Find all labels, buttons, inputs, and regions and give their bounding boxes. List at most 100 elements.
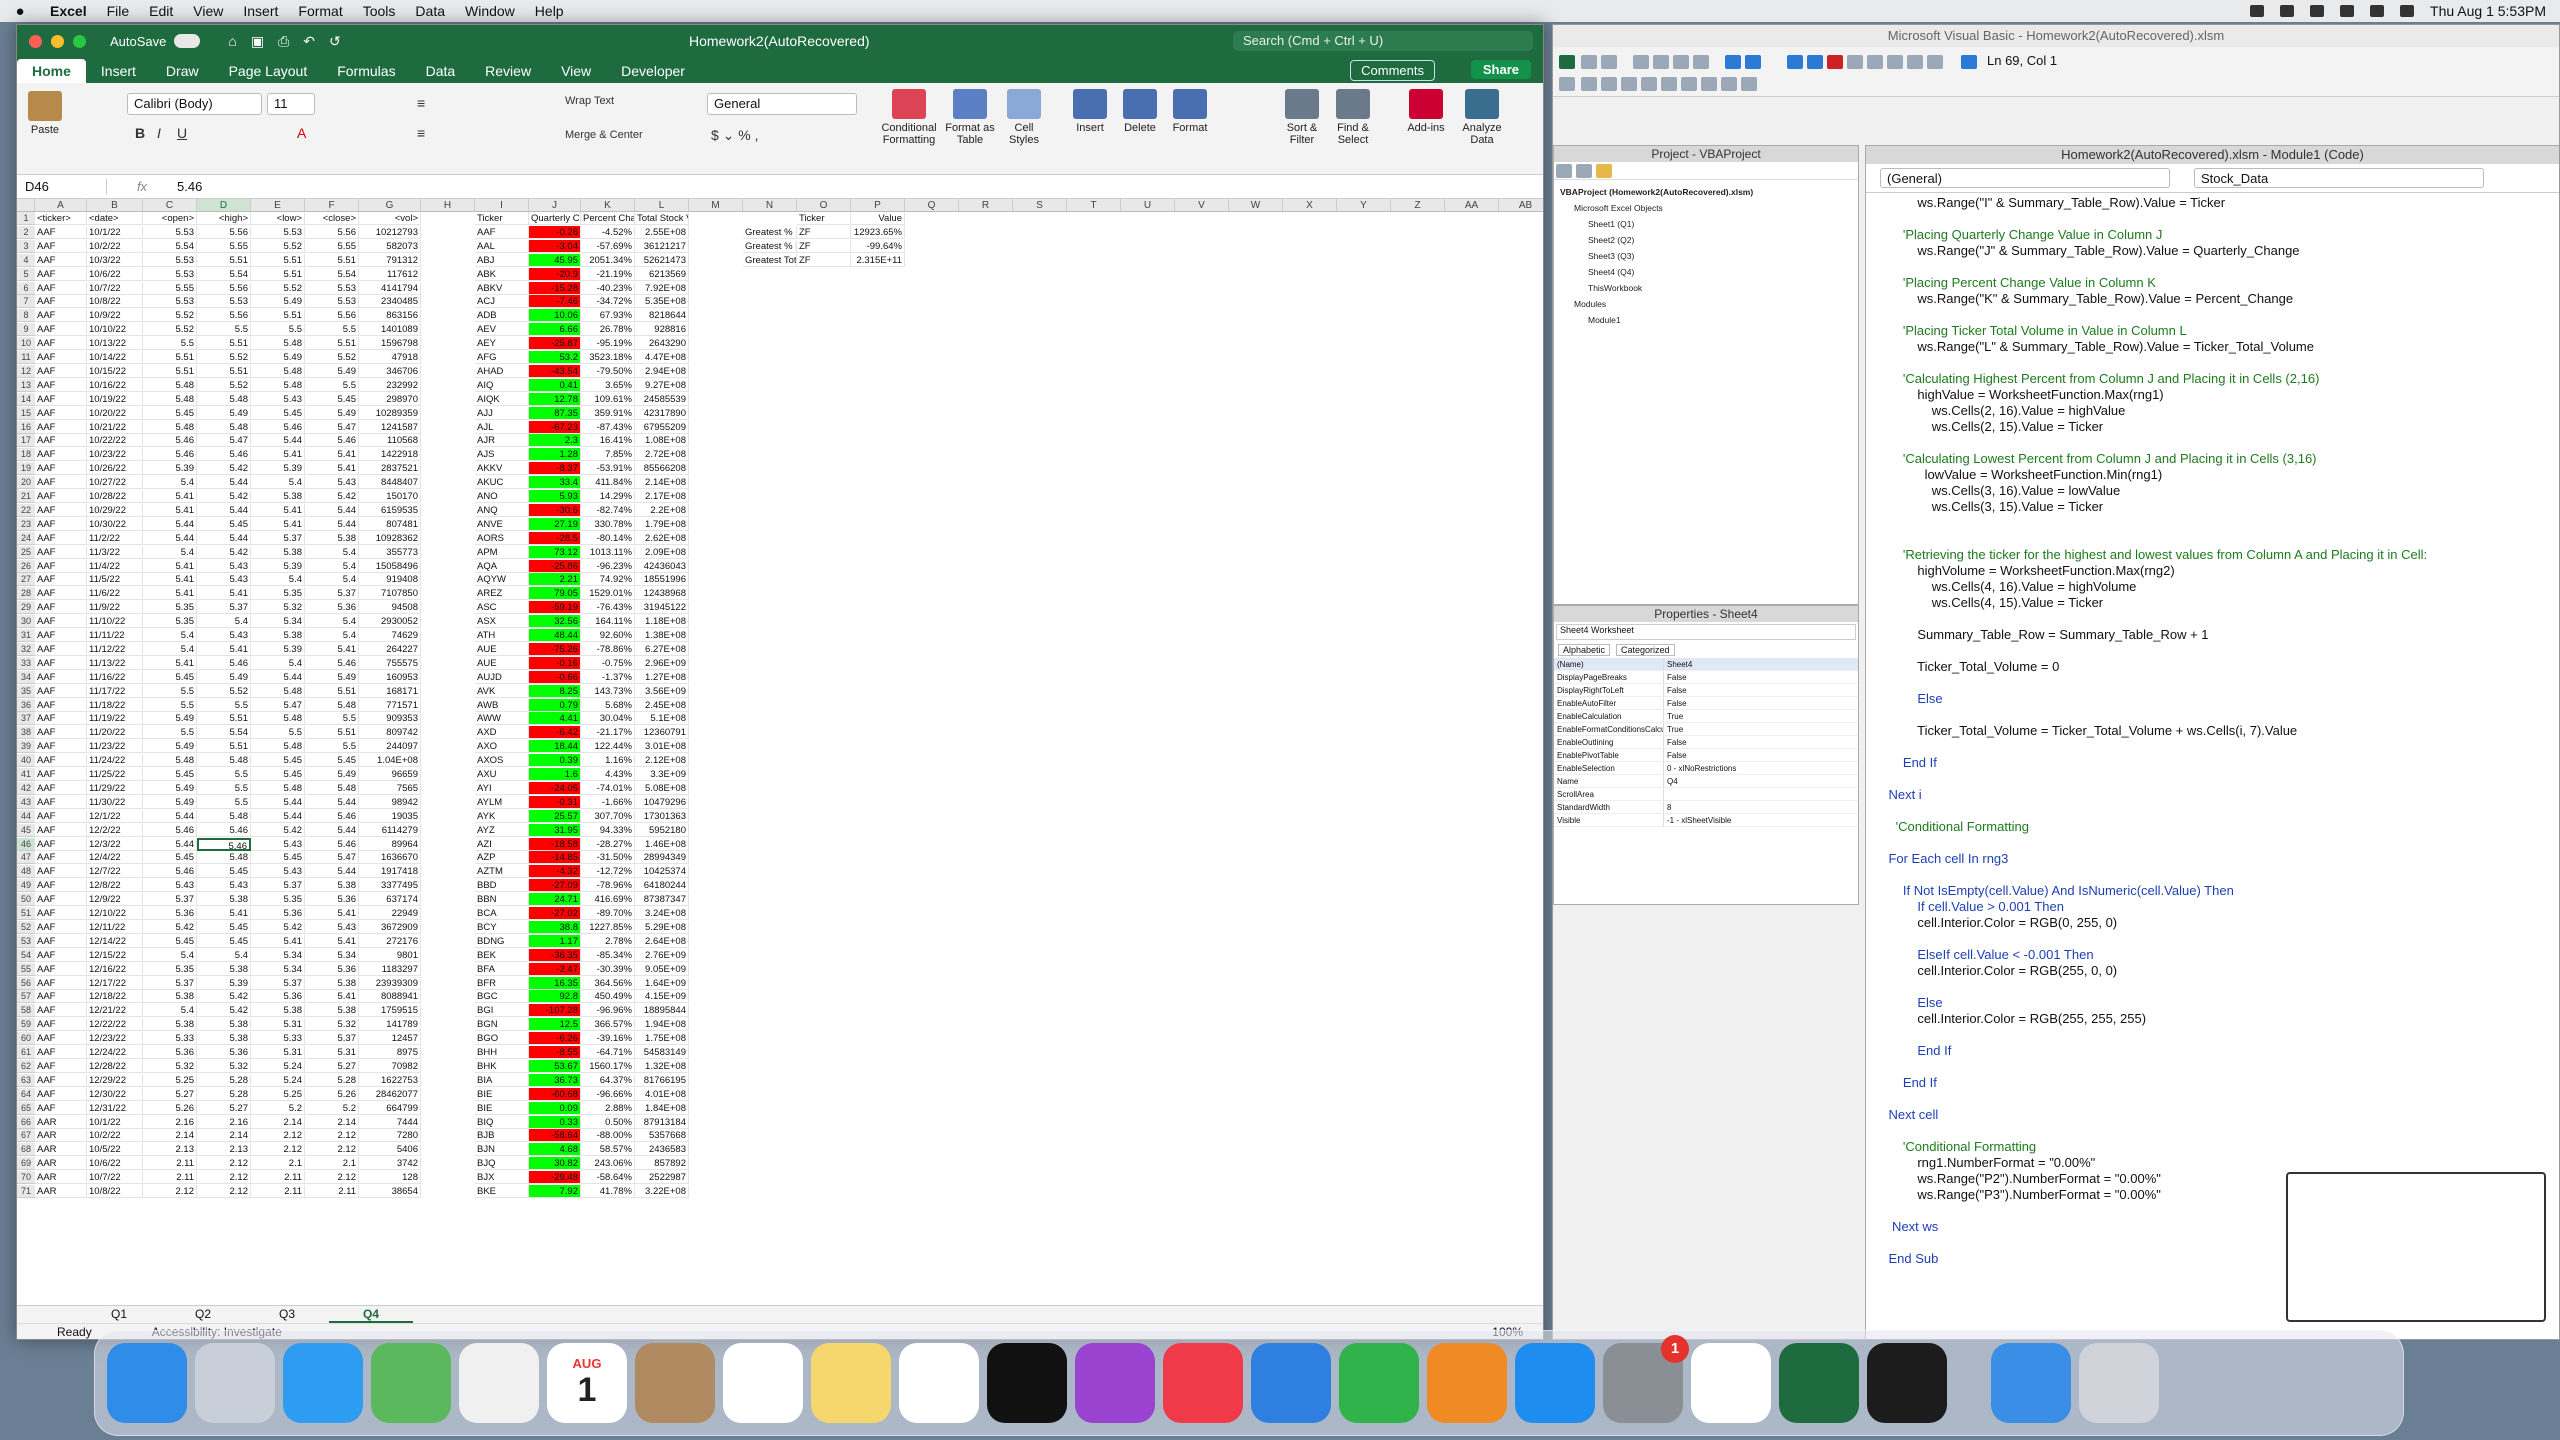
column-header-n[interactable]: N: [743, 199, 797, 212]
table-cell[interactable]: 12/23/22: [87, 1032, 143, 1046]
uncomment-block-icon[interactable]: [1741, 77, 1757, 91]
table-cell[interactable]: 36121217: [635, 239, 689, 253]
row-header[interactable]: 39: [17, 740, 35, 754]
table-cell[interactable]: 5.42: [197, 490, 251, 503]
table-cell[interactable]: AAF: [35, 503, 87, 517]
table-cell[interactable]: 5.42: [143, 920, 197, 934]
table-cell[interactable]: 12/3/22: [87, 837, 143, 851]
table-cell[interactable]: 58.57%: [581, 1143, 635, 1157]
table-cell[interactable]: 12.78: [529, 392, 581, 406]
table-cell[interactable]: 272176: [359, 934, 421, 948]
table-cell[interactable]: -1.66%: [581, 795, 635, 809]
table-cell[interactable]: -8.37: [529, 462, 581, 476]
table-cell[interactable]: 7565: [359, 781, 421, 795]
row-header[interactable]: 46: [17, 837, 35, 851]
table-cell[interactable]: 122.44%: [581, 740, 635, 754]
table-cell[interactable]: 1.38E+08: [635, 629, 689, 642]
table-cell[interactable]: 5.27: [143, 1087, 197, 1101]
table-cell[interactable]: 5.48: [143, 754, 197, 768]
table-cell[interactable]: 5.56: [197, 225, 251, 239]
table-cell[interactable]: 5.52: [197, 378, 251, 392]
code-line[interactable]: rng1.NumberFormat = "0.00%": [1874, 1155, 2551, 1171]
dock-finder-icon[interactable]: [107, 1343, 187, 1423]
table-cell[interactable]: AAF: [35, 656, 87, 670]
row-header[interactable]: 28: [17, 587, 35, 601]
table-cell[interactable]: 5.24: [251, 1073, 305, 1087]
code-line[interactable]: 'Placing Percent Change Value in Column …: [1874, 275, 2551, 291]
table-cell[interactable]: 3377495: [359, 879, 421, 893]
column-header-l[interactable]: L: [635, 199, 689, 212]
code-line[interactable]: Ticker_Total_Volume = Ticker_Total_Volum…: [1874, 723, 2551, 739]
table-cell[interactable]: 10/23/22: [87, 448, 143, 462]
table-cell[interactable]: 5.51: [305, 253, 359, 267]
view-code-icon[interactable]: [1556, 164, 1572, 178]
table-cell[interactable]: 1596798: [359, 337, 421, 351]
table-cell[interactable]: 5.41: [305, 448, 359, 462]
code-line[interactable]: lowValue = WorksheetFunction.Min(rng1): [1874, 467, 2551, 483]
table-cell[interactable]: 5.48: [197, 392, 251, 406]
row-header[interactable]: 49: [17, 879, 35, 893]
table-cell[interactable]: 5.43: [251, 865, 305, 879]
code-line[interactable]: ws.Range("L" & Summary_Table_Row).Value …: [1874, 339, 2551, 355]
row-header[interactable]: 62: [17, 1059, 35, 1073]
table-cell[interactable]: AREZ: [475, 587, 529, 601]
table-cell[interactable]: 5.45: [143, 406, 197, 420]
table-cell[interactable]: 10/8/22: [87, 1185, 143, 1198]
table-cell[interactable]: 5.41: [251, 503, 305, 517]
property-value[interactable]: False: [1664, 671, 1858, 683]
table-cell[interactable]: 5.32: [251, 601, 305, 615]
row-header[interactable]: 54: [17, 948, 35, 962]
summary-cell[interactable]: Greatest Total Volume: [743, 253, 797, 267]
dock-calendar-icon[interactable]: AUG 1: [547, 1343, 627, 1423]
table-cell[interactable]: 5.5: [251, 726, 305, 740]
row-header[interactable]: 11: [17, 351, 35, 364]
row-header[interactable]: 14: [17, 392, 35, 406]
table-cell[interactable]: 5.36: [143, 907, 197, 920]
table-cell[interactable]: 64.37%: [581, 1073, 635, 1087]
table-cell[interactable]: 5.44: [197, 531, 251, 545]
table-cell[interactable]: 5.43: [197, 879, 251, 893]
table-cell[interactable]: 5.49: [305, 364, 359, 378]
table-cell[interactable]: 5.4: [305, 559, 359, 573]
table-cell[interactable]: 6.66: [529, 323, 581, 337]
table-cell[interactable]: 81766195: [635, 1073, 689, 1087]
table-cell[interactable]: 5.55: [143, 281, 197, 295]
dock-news-icon[interactable]: [1163, 1343, 1243, 1423]
header-cell[interactable]: <open>: [143, 212, 197, 225]
table-cell[interactable]: 31.95: [529, 823, 581, 837]
table-cell[interactable]: -76.43%: [581, 601, 635, 615]
table-cell[interactable]: 23939309: [359, 976, 421, 990]
table-cell[interactable]: 11/16/22: [87, 670, 143, 684]
table-cell[interactable]: 10/9/22: [87, 309, 143, 323]
property-row[interactable]: EnableSelection 0 - xlNoRestrictions: [1554, 762, 1858, 775]
table-cell[interactable]: 5.52: [251, 239, 305, 253]
table-cell[interactable]: 2.21: [529, 573, 581, 587]
comment-block-icon[interactable]: [1721, 77, 1737, 91]
table-cell[interactable]: 5.53: [305, 295, 359, 309]
excel-icon[interactable]: [1559, 55, 1575, 69]
table-cell[interactable]: 11/9/22: [87, 601, 143, 615]
table-cell[interactable]: BGO: [475, 1032, 529, 1046]
analyze-data-button[interactable]: Analyze Data: [1457, 89, 1507, 146]
menu-item-edit[interactable]: Edit: [139, 3, 183, 19]
header-cell[interactable]: Ticker: [475, 212, 529, 225]
row-header[interactable]: 69: [17, 1157, 35, 1171]
table-cell[interactable]: 5.45: [197, 920, 251, 934]
dock-podcasts-icon[interactable]: [1075, 1343, 1155, 1423]
code-line[interactable]: [1874, 707, 2551, 723]
table-cell[interactable]: AAF: [35, 281, 87, 295]
table-cell[interactable]: 5.48: [143, 378, 197, 392]
table-cell[interactable]: AAF: [35, 420, 87, 434]
table-cell[interactable]: 94.33%: [581, 823, 635, 837]
table-cell[interactable]: 2.94E+08: [635, 364, 689, 378]
table-cell[interactable]: -53.91%: [581, 462, 635, 476]
app-menu[interactable]: Excel: [40, 3, 97, 19]
table-cell[interactable]: AAF: [35, 670, 87, 684]
table-cell[interactable]: 5.28: [305, 1073, 359, 1087]
table-cell[interactable]: 5.51: [197, 364, 251, 378]
table-cell[interactable]: 4.41: [529, 712, 581, 726]
table-cell[interactable]: 42436043: [635, 559, 689, 573]
table-cell[interactable]: 5.5: [305, 323, 359, 337]
table-cell[interactable]: BJQ: [475, 1157, 529, 1171]
table-cell[interactable]: 1.08E+08: [635, 434, 689, 448]
